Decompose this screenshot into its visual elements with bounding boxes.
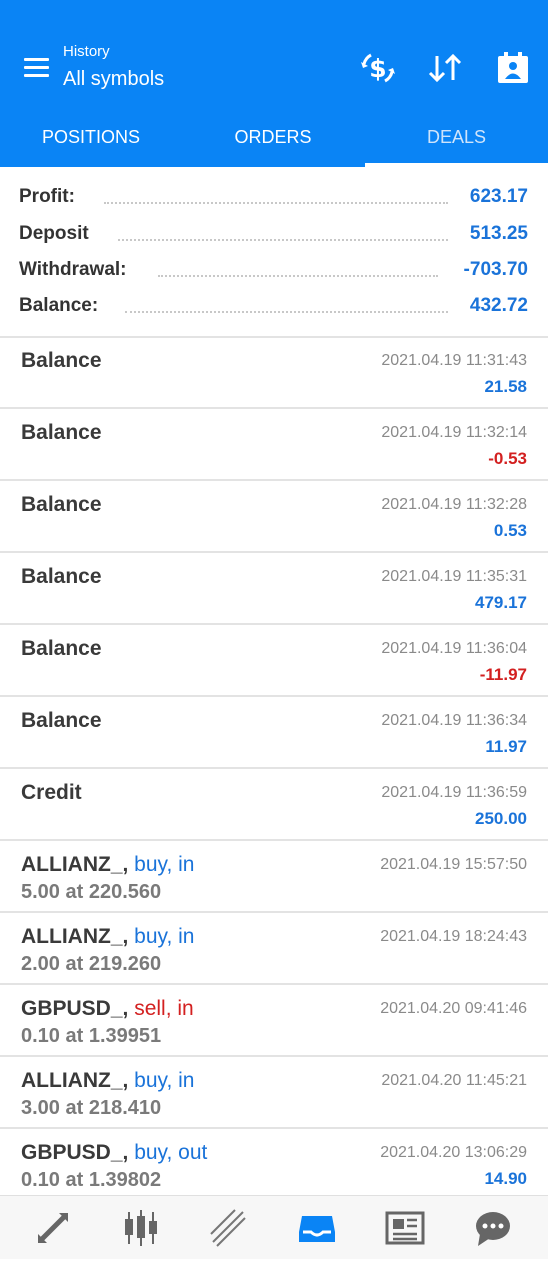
deal-name: Balance	[21, 421, 102, 444]
deal-amount: 0.53	[493, 521, 527, 540]
deal-detail: 2.00 at 219.260	[21, 953, 162, 975]
list-item[interactable]: ALLIANZ_, buy, in 2.00 at 219.260 2021.0…	[0, 913, 548, 985]
deal-type: buy, in	[134, 853, 195, 876]
deal-name: Balance	[21, 709, 102, 732]
list-item[interactable]: Balance 2021.04.19 11:36:04 -11.97	[0, 625, 548, 697]
symbol-selector[interactable]: All symbols	[63, 68, 164, 91]
tab-bar: POSITIONS ORDERS DEALS	[0, 105, 548, 167]
list-item[interactable]: GBPUSD_, buy, out 0.10 at 1.39802 2021.0…	[0, 1129, 548, 1201]
bottom-navigation	[0, 1195, 548, 1260]
balance-label: Balance:	[19, 295, 105, 317]
withdrawal-value: -703.70	[463, 259, 528, 280]
deal-symbol: ALLIANZ_, buy, in	[21, 853, 195, 877]
deal-name: Balance	[21, 637, 102, 660]
trade-lines-icon[interactable]	[205, 1204, 253, 1252]
deal-name: GBPUSD_,	[21, 1141, 129, 1164]
deal-time: 2021.04.19 11:36:59	[381, 784, 527, 801]
deposit-label: Deposit	[19, 223, 95, 245]
deal-symbol: GBPUSD_, sell, in	[21, 997, 194, 1021]
deposit-value: 513.25	[469, 223, 528, 244]
history-inbox-icon[interactable]	[293, 1204, 341, 1252]
balance-value: 432.72	[469, 295, 528, 316]
deal-type: buy, out	[134, 1141, 208, 1164]
deal-name: Balance	[21, 349, 102, 372]
list-item[interactable]: GBPUSD_, sell, in 0.10 at 1.39951 2021.0…	[0, 985, 548, 1057]
profit-value: 623.17	[469, 186, 528, 207]
deal-time: 2021.04.19 11:31:43	[381, 352, 527, 369]
deal-time: 2021.04.19 15:57:50	[380, 856, 527, 873]
dollar-currency-icon[interactable]: $	[358, 48, 398, 88]
deal-amount: -11.97	[479, 665, 527, 684]
deal-name: Balance	[21, 565, 102, 588]
deal-type: buy, in	[134, 925, 195, 948]
deal-detail: 3.00 at 218.410	[21, 1097, 162, 1119]
deal-detail: 0.10 at 1.39951	[21, 1025, 162, 1047]
deal-time: 2021.04.20 09:41:46	[380, 1000, 527, 1017]
deal-time: 2021.04.20 11:45:21	[381, 1072, 527, 1089]
deal-amount: 21.58	[484, 377, 527, 396]
deal-name: Credit	[21, 781, 82, 804]
deal-amount: 11.97	[485, 737, 527, 756]
summary-withdrawal-row: Withdrawal: -703.70	[0, 259, 548, 289]
dotted-leader	[125, 311, 448, 313]
list-item[interactable]: Balance 2021.04.19 11:32:14 -0.53	[0, 409, 548, 481]
deal-time: 2021.04.19 11:35:31	[381, 568, 527, 585]
summary-balance-row: Balance: 432.72	[0, 295, 548, 325]
chart-candles-icon[interactable]	[117, 1204, 165, 1252]
list-item[interactable]: Balance 2021.04.19 11:32:28 0.53	[0, 481, 548, 553]
dotted-leader	[104, 202, 448, 204]
tab-positions[interactable]: POSITIONS	[0, 105, 182, 167]
deal-name: ALLIANZ_,	[21, 853, 129, 876]
tab-orders[interactable]: ORDERS	[182, 105, 364, 167]
deal-type: sell, in	[134, 997, 194, 1020]
deal-amount: -0.53	[488, 449, 527, 468]
deal-amount: 479.17	[475, 593, 527, 612]
header-subtitle: History	[63, 43, 110, 60]
deal-type: buy, in	[134, 1069, 195, 1092]
summary-deposit-row: Deposit 513.25	[0, 223, 548, 253]
system-bar	[0, 1259, 548, 1280]
app-header: History All symbols $	[0, 0, 548, 105]
list-item[interactable]: ALLIANZ_, buy, in 3.00 at 218.410 2021.0…	[0, 1057, 548, 1129]
list-item[interactable]: Balance 2021.04.19 11:35:31 479.17	[0, 553, 548, 625]
svg-text:$: $	[369, 54, 386, 83]
deal-symbol: ALLIANZ_, buy, in	[21, 1069, 195, 1093]
deal-time: 2021.04.20 13:06:29	[380, 1144, 527, 1161]
tab-deals[interactable]: DEALS	[365, 105, 548, 167]
deal-time: 2021.04.19 11:36:04	[381, 640, 527, 657]
chat-icon[interactable]	[469, 1204, 517, 1252]
deal-amount: 250.00	[475, 809, 527, 828]
summary-panel: Profit: 623.17 Deposit 513.25 Withdrawal…	[0, 167, 548, 337]
menu-icon[interactable]	[24, 58, 50, 80]
summary-profit-row: Profit: 623.17	[0, 186, 548, 216]
dotted-leader	[118, 239, 448, 241]
list-item[interactable]: Balance 2021.04.19 11:36:34 11.97	[0, 697, 548, 769]
dotted-leader	[158, 275, 438, 277]
deal-time: 2021.04.19 11:32:28	[381, 496, 527, 513]
deal-name: ALLIANZ_,	[21, 1069, 129, 1092]
deal-detail: 5.00 at 220.560	[21, 881, 162, 903]
list-item[interactable]: Balance 2021.04.19 11:31:43 21.58	[0, 337, 548, 409]
profit-label: Profit:	[19, 186, 81, 208]
deal-time: 2021.04.19 11:36:34	[381, 712, 527, 729]
quotes-arrows-icon[interactable]	[29, 1204, 77, 1252]
deal-time: 2021.04.19 18:24:43	[380, 928, 527, 945]
news-icon[interactable]	[381, 1204, 429, 1252]
deal-name: GBPUSD_,	[21, 997, 129, 1020]
deal-symbol: GBPUSD_, buy, out	[21, 1141, 207, 1165]
sort-icon[interactable]	[425, 48, 465, 88]
calendar-user-icon[interactable]	[493, 48, 533, 88]
list-item[interactable]: Credit 2021.04.19 11:36:59 250.00	[0, 769, 548, 841]
deal-symbol: ALLIANZ_, buy, in	[21, 925, 195, 949]
withdrawal-label: Withdrawal:	[19, 259, 133, 281]
deal-amount: 14.90	[484, 1169, 527, 1188]
deal-time: 2021.04.19 11:32:14	[381, 424, 527, 441]
deal-name: ALLIANZ_,	[21, 925, 129, 948]
deal-detail: 0.10 at 1.39802	[21, 1169, 162, 1191]
deal-name: Balance	[21, 493, 102, 516]
list-item[interactable]: ALLIANZ_, buy, in 5.00 at 220.560 2021.0…	[0, 841, 548, 913]
